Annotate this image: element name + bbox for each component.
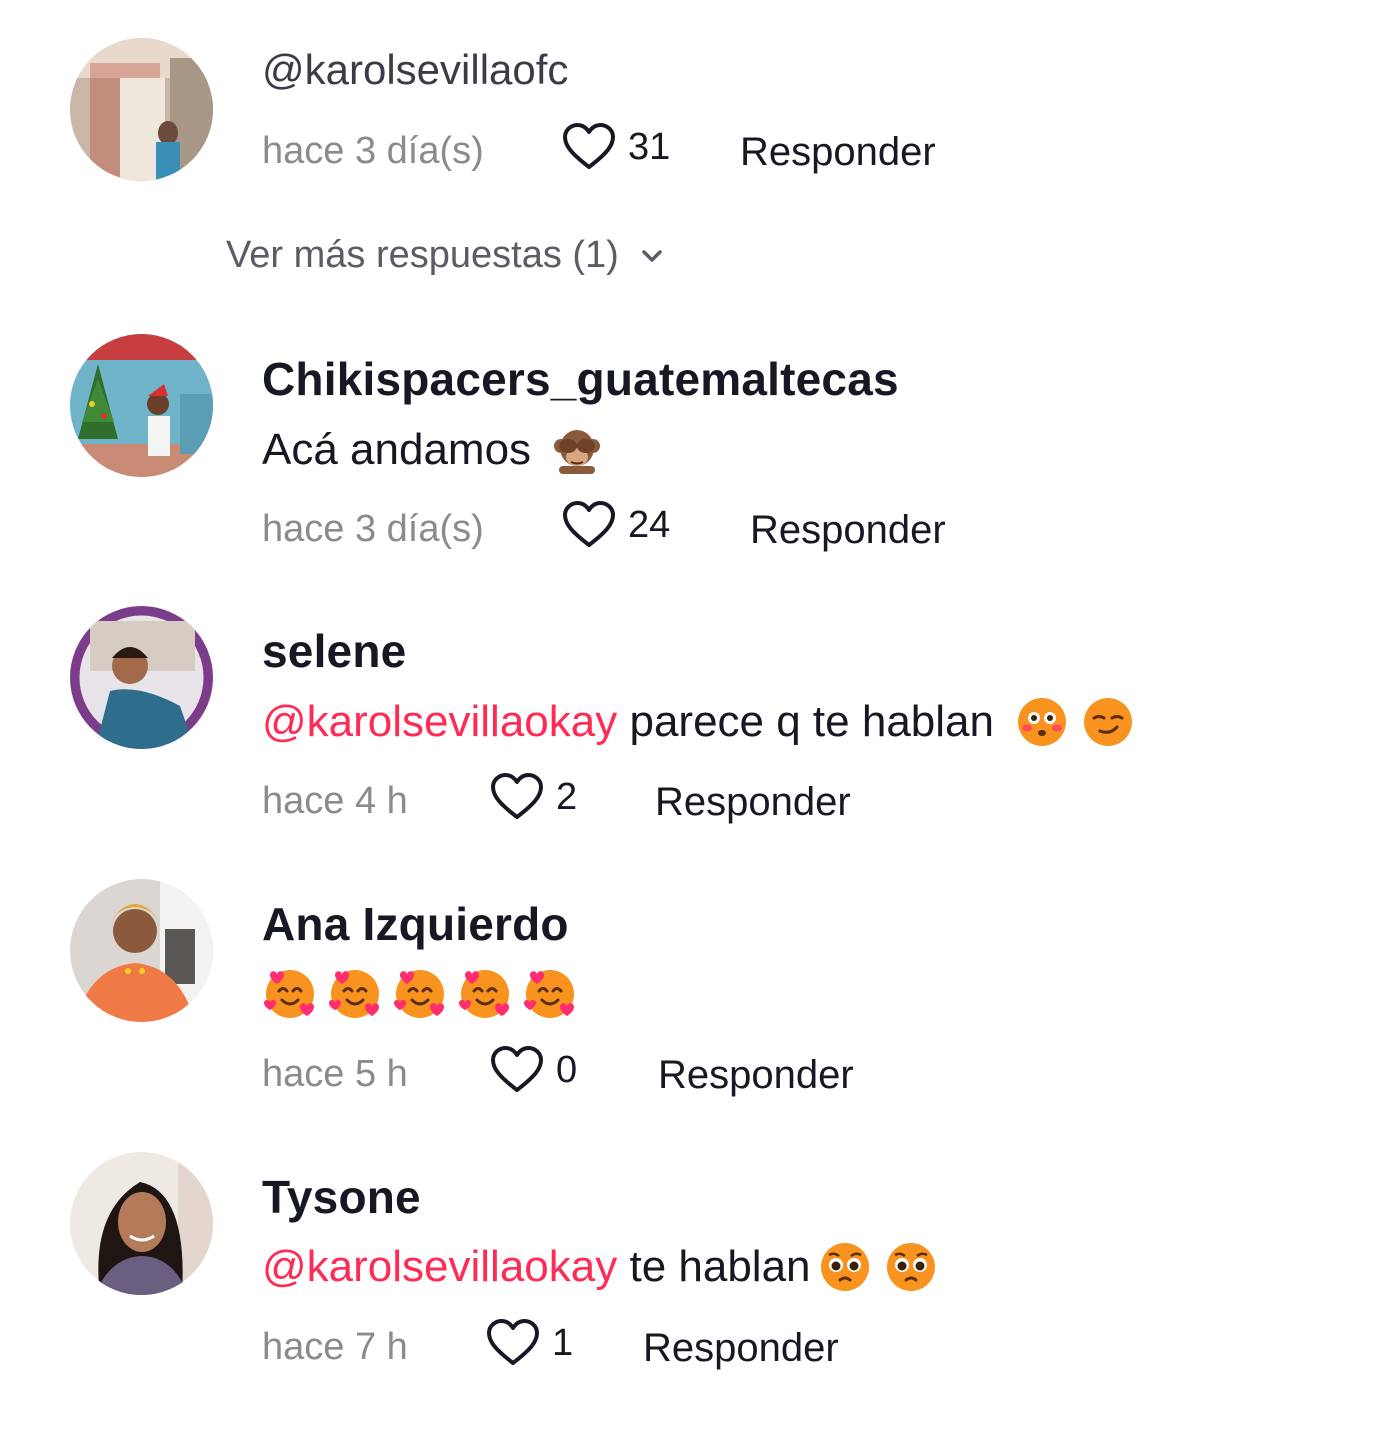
heart-icon[interactable]	[486, 1318, 540, 1368]
like-count: 31	[628, 125, 671, 168]
comment-text-body: parece q te hablan	[617, 697, 994, 746]
comment-username[interactable]: Ana Izquierdo	[262, 897, 569, 951]
comment-time: hace 7 h	[262, 1326, 408, 1368]
comment-time: hace 3 día(s)	[262, 508, 484, 550]
comment-text	[262, 965, 587, 1021]
heart-icon[interactable]	[562, 500, 616, 550]
like-button[interactable]: 24	[562, 500, 670, 550]
comment-username[interactable]: Tysone	[262, 1170, 421, 1224]
heart-icon[interactable]	[490, 772, 544, 822]
comment-time: hace 5 h	[262, 1053, 408, 1095]
reply-button[interactable]: Responder	[655, 780, 851, 825]
heart-icon[interactable]	[562, 122, 616, 172]
reply-button[interactable]: Responder	[750, 508, 946, 553]
comment-text: Acá andamos	[262, 424, 603, 476]
smiling-face-with-hearts-icon	[262, 965, 318, 1021]
see-no-evil-monkey-icon	[551, 424, 603, 476]
like-count: 2	[556, 775, 578, 818]
heart-icon[interactable]	[490, 1045, 544, 1095]
reply-button[interactable]: Responder	[658, 1053, 854, 1098]
reply-button[interactable]: Responder	[740, 130, 936, 175]
comment-username[interactable]: selene	[262, 624, 406, 678]
comment-username[interactable]: Chikispacers_guatemaltecas	[262, 352, 899, 406]
comment-time: hace 4 h	[262, 780, 408, 822]
pleading-face-icon	[885, 1241, 937, 1293]
comment-mention[interactable]: @karolsevillaokay	[262, 697, 617, 747]
avatar[interactable]	[70, 38, 213, 181]
view-more-replies-label: Ver más respuestas (1)	[226, 234, 619, 276]
smiling-face-with-hearts-icon	[457, 965, 513, 1021]
reply-button[interactable]: Responder	[643, 1326, 839, 1371]
avatar[interactable]	[70, 334, 213, 477]
like-button[interactable]: 0	[490, 1045, 577, 1095]
smirking-face-icon	[1082, 696, 1134, 748]
avatar[interactable]	[70, 879, 213, 1022]
view-more-replies-button[interactable]: Ver más respuestas (1)	[226, 234, 669, 277]
like-count: 0	[556, 1048, 578, 1091]
like-button[interactable]: 2	[490, 772, 577, 822]
comment-mention[interactable]: @karolsevillaofc	[262, 46, 568, 94]
smiling-face-with-hearts-icon	[522, 965, 578, 1021]
comment-text: @karolsevillaokay te hablan	[262, 1241, 937, 1293]
like-count: 1	[552, 1321, 574, 1364]
comment-mention[interactable]: @karolsevillaokay	[262, 1242, 617, 1292]
smiling-face-with-hearts-icon	[327, 965, 383, 1021]
like-button[interactable]: 1	[486, 1318, 573, 1368]
comment-text-body: te hablan	[617, 1242, 811, 1291]
avatar[interactable]	[70, 1152, 213, 1295]
chevron-down-icon	[635, 239, 669, 273]
comment-text-body: Acá andamos	[262, 425, 532, 474]
smiling-face-with-hearts-icon	[392, 965, 448, 1021]
pleading-face-icon	[819, 1241, 871, 1293]
like-count: 24	[628, 503, 671, 546]
like-button[interactable]: 31	[562, 122, 670, 172]
comment-text: @karolsevillaokay parece q te hablan	[262, 696, 1134, 748]
comment-time: hace 3 día(s)	[262, 130, 484, 172]
avatar[interactable]	[70, 606, 213, 749]
flushed-face-icon	[1016, 696, 1068, 748]
